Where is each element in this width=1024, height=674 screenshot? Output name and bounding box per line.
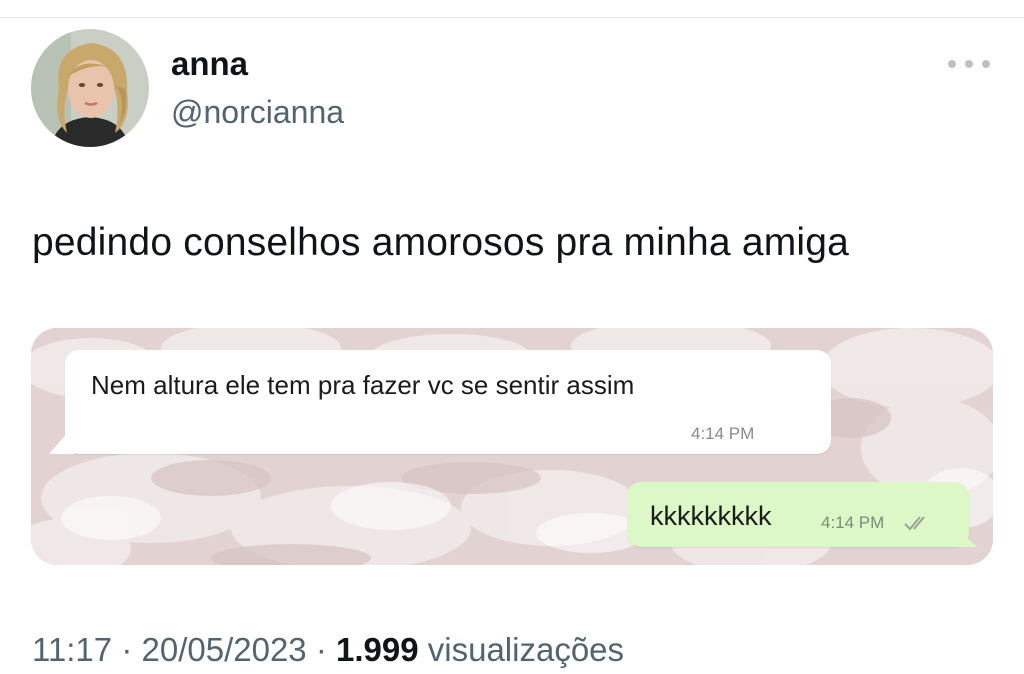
meta-separator: · [315, 631, 327, 668]
views-count: 1.999 [336, 631, 419, 668]
handle[interactable]: @norcianna [171, 92, 344, 132]
tweet-text: pedindo conselhos amorosos pra minha ami… [32, 221, 850, 264]
top-divider [0, 17, 1024, 18]
tweet-meta: 11:17 · 20/05/2023 · 1.999 visualizações [32, 628, 624, 672]
incoming-message-time: 4:14 PM [691, 424, 755, 443]
tweet-time[interactable]: 11:17 [32, 631, 112, 668]
tweet-date[interactable]: 20/05/2023 [141, 631, 306, 668]
avatar[interactable] [31, 29, 149, 147]
incoming-message-text: Nem altura ele tem pra fazer vc se senti… [91, 370, 635, 400]
more-dots-icon [965, 60, 973, 68]
outgoing-message-text: kkkkkkkkk [650, 501, 772, 531]
more-dots-icon [982, 60, 990, 68]
double-check-icon [904, 516, 925, 531]
outgoing-bubble-tail [951, 523, 977, 547]
tweet: anna @norcianna pedindo conselhos amoros… [0, 0, 1024, 674]
views-label: visualizações [427, 631, 625, 668]
outgoing-message-time: 4:14 PM [821, 513, 885, 532]
more-dots-icon [948, 60, 956, 68]
incoming-bubble-tail [49, 424, 75, 454]
more-options-button[interactable] [948, 54, 990, 74]
display-name[interactable]: anna [171, 44, 248, 84]
avatar-image [31, 29, 149, 147]
meta-separator: · [121, 631, 133, 668]
